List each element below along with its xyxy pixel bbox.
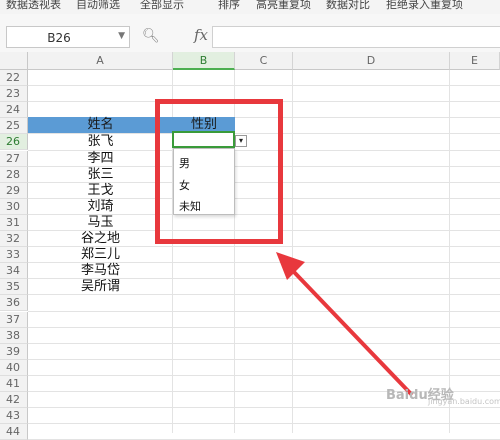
watermark-url: jingyan.baidu.com	[428, 397, 500, 406]
annotation-arrow-icon	[276, 252, 414, 397]
